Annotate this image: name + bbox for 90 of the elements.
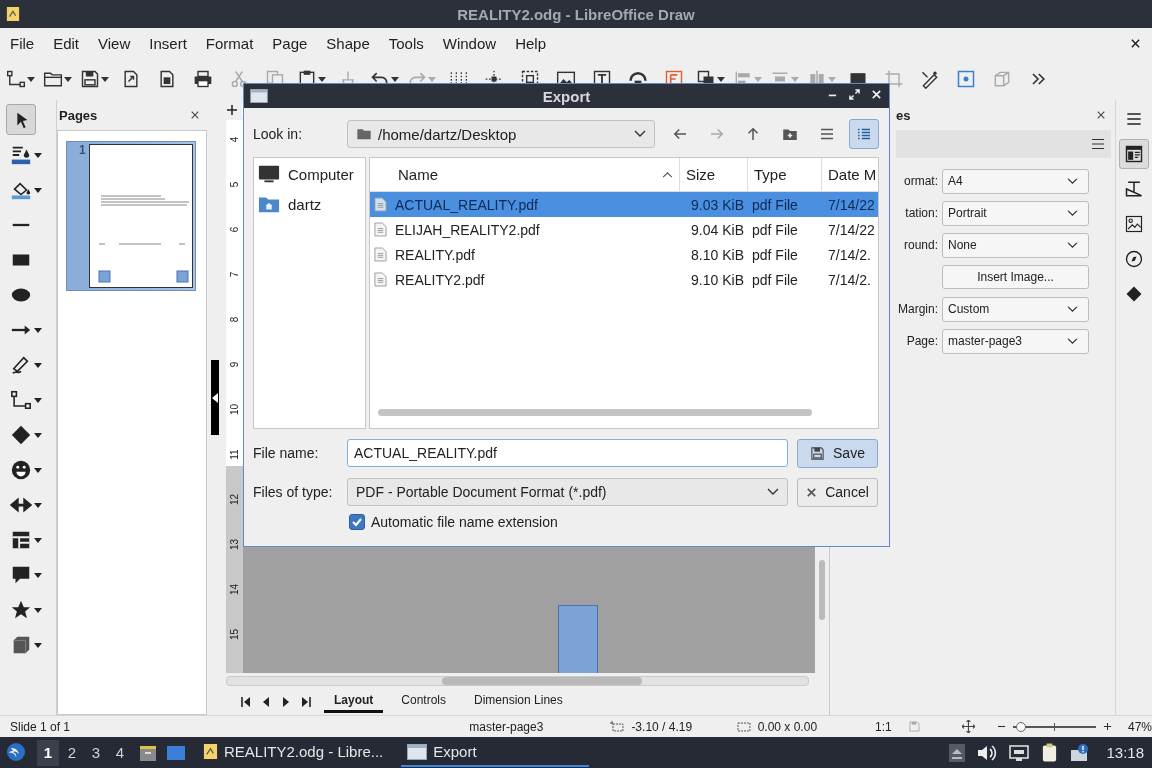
page-number: 1 [79,143,86,157]
ruler-number: 14 [229,583,240,596]
insert-image-button[interactable]: Insert Image... [942,265,1089,289]
menu-item[interactable]: Edit [46,34,87,52]
menu-item[interactable]: Page [265,34,315,52]
menu-item[interactable]: Shape [319,34,377,52]
layer-tab[interactable]: Dimension Lines [464,691,573,713]
layer-tab[interactable]: Layout [324,691,384,713]
panel-title: Pages [59,107,98,123]
file-type: pdf File [752,246,798,263]
workspace-button[interactable]: 3 [85,739,107,766]
file-date: 7/14/2. [828,246,871,263]
column-header[interactable]: Name [370,158,680,191]
menu-item[interactable]: Insert [142,34,194,52]
file-size: 9.10 KiB [691,271,744,288]
file-type-dropdown[interactable]: PDF - Portable Document Format (*.pdf) [347,478,788,506]
field-label: Margin: [898,302,938,316]
dialog-title: Export [542,87,591,105]
ruler-number: 5 [229,181,240,188]
ruler-number: 12 [229,493,240,506]
window-title: REALITY2.odg - LibreOffice Draw [457,5,695,23]
field-label: ormat: [904,174,938,188]
ruler-number: 13 [229,538,240,551]
field-label: round: [903,238,938,252]
dropdown[interactable]: None [942,232,1089,258]
ruler-number: 4 [229,136,240,143]
taskbar-task[interactable]: Export [401,738,590,767]
workspace-button[interactable]: 2 [61,739,83,766]
file-date: 7/14/22 [828,221,875,238]
file-size: 9.03 KiB [691,196,744,213]
file-name: ACTUAL_REALITY.pdf [395,196,538,213]
dropdown[interactable]: A4 [942,168,1089,194]
file-name-field[interactable]: ACTUAL_REALITY.pdf [347,439,788,467]
ruler-number: 9 [229,361,240,368]
ruler-number: 15 [229,628,240,641]
ruler-number: 8 [229,316,240,323]
place-item[interactable]: Computer [288,165,354,183]
file-date: 7/14/2. [828,271,871,288]
file-type: pdf File [752,221,798,238]
object-size: 0.00 x 0.00 [757,719,819,734]
file-size: 9.04 KiB [691,221,744,238]
file-type: pdf File [752,271,798,288]
file-name: REALITY.pdf [395,246,475,263]
menu-item[interactable]: Help [508,34,553,52]
look-in-label: Look in: [253,126,304,142]
location-dropdown[interactable]: /home/dartz/Desktop [347,120,655,148]
zoom-level: 47% [1128,719,1152,734]
file-name-label: File name: [253,445,320,461]
file-date: 7/14/22 [828,196,875,213]
slide-count: Slide 1 of 1 [10,719,72,734]
dropdown[interactable]: Portrait [942,200,1089,226]
cursor-position: -3.10 / 4.19 [631,719,694,734]
dropdown[interactable]: Custom [942,296,1089,322]
scale-ratio: 1:1 [875,719,893,734]
ruler-number: 11 [229,449,240,460]
taskbar-task[interactable]: REALITY2.odg - Libre... [197,738,394,767]
file-type: pdf File [752,196,798,213]
workspace-button[interactable]: 4 [109,739,131,766]
file-row[interactable]: ELIJAH_REALITY2.pdf 9.04 KiB pdf File 7/14/22 [370,217,878,242]
file-name: ELIJAH_REALITY2.pdf [395,221,540,238]
column-header[interactable]: Size [680,158,748,191]
ruler-number: 10 [229,403,240,416]
menu-item[interactable]: Format [198,34,261,52]
place-item[interactable]: dartz [288,195,322,213]
column-header[interactable]: Date M [822,158,878,191]
dropdown[interactable]: master-page3 [942,328,1089,354]
menu-item[interactable]: File [3,34,42,52]
clock: 13:18 [1106,744,1144,761]
field-label: tation: [905,206,938,220]
menu-item[interactable]: Window [435,34,504,52]
page-thumbnail[interactable]: 1 [66,141,196,291]
master-page-name: master-page3 [469,719,545,734]
save-button[interactable]: Save [797,438,878,468]
workspace-button[interactable]: 1 [37,739,59,766]
cancel-button[interactable]: Cancel [797,477,878,507]
menu-item[interactable]: View [91,34,138,52]
menu-item[interactable]: Tools [381,34,431,52]
column-header[interactable]: Type [748,158,822,191]
panel-title: es [896,107,911,123]
checkbox-label: Automatic file name extension [371,514,558,530]
layer-tab[interactable]: Controls [391,691,457,713]
file-type-label: Files of type: [253,484,334,500]
ruler-number: 6 [229,226,240,233]
file-size: 8.10 KiB [691,246,744,263]
file-name: REALITY2.pdf [395,271,485,288]
field-label: Page: [906,334,938,348]
ruler-number: 7 [229,271,240,278]
file-row[interactable]: ACTUAL_REALITY.pdf 9.03 KiB pdf File 7/14/22 [370,192,878,217]
file-row[interactable]: REALITY.pdf 8.10 KiB pdf File 7/14/2. [370,242,878,267]
file-row[interactable]: REALITY2.pdf 9.10 KiB pdf File 7/14/2. [370,267,878,292]
